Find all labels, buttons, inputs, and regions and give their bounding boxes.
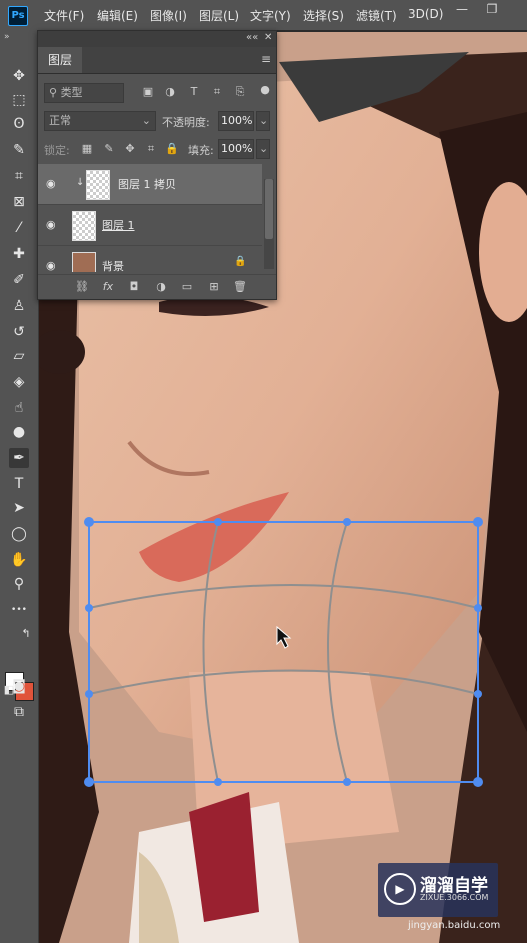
layers-scrollbar[interactable] [264,179,274,269]
menu-type[interactable]: 文字(Y) [250,7,291,24]
panel-title-bar[interactable]: «« ✕ [38,31,276,47]
panel-menu-icon[interactable]: ≡ [261,52,271,66]
delete-layer-icon[interactable]: 🗑 [232,280,248,293]
visibility-eye-icon[interactable]: ◉ [46,259,60,272]
layer-name[interactable]: 图层 1 [102,217,135,233]
visibility-eye-icon[interactable]: ◉ [46,218,60,231]
dodge-tool-icon[interactable]: ● [9,422,29,442]
new-layer-icon[interactable]: ⊞ [206,280,222,293]
layers-list: ◉ ↓ 图层 1 拷贝 ◉ 图层 1 ◉ 背景 🔒 [38,164,276,272]
marquee-tool-icon[interactable]: ⬚ [9,90,29,110]
lock-all-icon[interactable]: 🔒 [165,142,179,155]
lock-transparent-icon[interactable]: ▦ [80,142,94,155]
lock-icon: 🔒 [234,256,247,267]
opacity-input[interactable]: 100% [218,111,254,131]
adjustment-layer-icon[interactable]: ◑ [153,280,169,293]
watermark-site: ZIXUE.3066.COM [420,893,489,902]
menu-file[interactable]: 文件(F) [44,7,84,24]
smart-object-filter-icon[interactable]: ⎘ [233,85,247,99]
watermark-logo: ▶ 溜溜自学 ZIXUE.3066.COM [378,863,498,917]
opacity-dropdown-icon[interactable]: ⌄ [256,111,270,131]
lock-position-icon[interactable]: ✥ [123,142,137,155]
clipping-link-icon: ↓ [76,177,85,188]
layer-row-1[interactable]: ◉ 图层 1 [38,205,262,246]
menu-bar: Ps 文件(F) 编辑(E) 图像(I) 图层(L) 文字(Y) 选择(S) 滤… [0,0,527,30]
blend-mode-select[interactable]: 正常 ⌄ [44,111,156,131]
baidu-watermark: jingyan.baidu.com [408,920,501,931]
pixel-filter-icon[interactable]: ▣ [141,85,155,98]
menu-layer[interactable]: 图层(L) [199,7,239,24]
more-tools-icon[interactable]: ••• [9,600,29,620]
restore-button[interactable]: ❐ [478,0,506,18]
layer-thumbnail [86,170,110,200]
adjustment-filter-icon[interactable]: ◑ [163,85,177,98]
ellipse-tool-icon[interactable]: ◯ [9,524,29,544]
layers-panel-footer: ⛓ fx ◘ ◑ ▭ ⊞ 🗑 [38,274,276,299]
filter-kind-label: 类型 [60,86,83,99]
fill-dropdown-icon[interactable]: ⌄ [256,139,270,159]
search-icon: ⚲ [49,86,61,99]
blend-mode-value: 正常 [49,114,71,127]
type-filter-icon[interactable]: T [187,85,201,98]
lock-label: 锁定: [44,144,70,157]
healing-tool-icon[interactable]: ✚ [9,244,29,264]
quick-select-tool-icon[interactable]: ✎ [9,140,29,160]
menu-image[interactable]: 图像(I) [150,7,187,24]
crop-tool-icon[interactable]: ⌗ [9,166,29,186]
layer-name[interactable]: 图层 1 拷贝 [118,176,176,192]
layer-name[interactable]: 背景 [102,258,124,272]
frame-tool-icon[interactable]: ⊠ [9,192,29,212]
tab-layers[interactable]: 图层 [38,47,83,73]
lock-artboard-icon[interactable]: ⌗ [144,142,158,156]
close-panel-icon[interactable]: ✕ [264,32,272,43]
eyedropper-tool-icon[interactable]: ⁄ [9,218,29,238]
brush-tool-icon[interactable]: ✐ [9,270,29,290]
minimize-button[interactable]: — [448,0,476,18]
pen-tool-icon[interactable]: ✒ [9,448,29,468]
opacity-label: 不透明度: [162,116,210,129]
layer-style-icon[interactable]: fx [100,280,116,293]
screen-mode-button[interactable]: ⧉ [9,702,29,722]
smudge-tool-icon[interactable]: ☝ [9,398,29,418]
swap-colors-icon[interactable]: ↰ [20,624,32,644]
type-tool-icon[interactable]: T [9,474,29,494]
move-tool-icon[interactable]: ✥ [9,66,29,86]
menu-3d[interactable]: 3D(D) [408,7,443,21]
add-mask-icon[interactable]: ◘ [126,280,142,293]
lock-image-icon[interactable]: ✎ [102,142,116,155]
chevron-down-icon: ⌄ [141,114,151,127]
paint-bucket-tool-icon[interactable]: ◈ [9,372,29,392]
history-brush-tool-icon[interactable]: ↺ [9,322,29,342]
menu-filter[interactable]: 滤镜(T) [356,7,397,24]
background-thumbnail [72,252,96,272]
fill-label: 填充: [188,144,214,157]
layer-filter-select[interactable]: ⚲ 类型 [44,83,124,103]
quick-mask-button[interactable]: ◙ [9,676,29,696]
layer-row-background[interactable]: ◉ 背景 🔒 [38,246,262,272]
photoshop-logo: Ps [8,6,28,26]
menu-select[interactable]: 选择(S) [303,7,344,24]
visibility-eye-icon[interactable]: ◉ [46,177,60,190]
zoom-tool-icon[interactable]: ⚲ [9,574,29,594]
collapse-panel-icon[interactable]: «« [246,32,258,43]
hand-tool-icon[interactable]: ✋ [9,550,29,570]
stamp-tool-icon[interactable]: ♙ [9,296,29,316]
collapse-toolbar-icon[interactable]: » [4,32,10,42]
filter-toggle-icon[interactable]: ● [258,83,272,96]
path-select-tool-icon[interactable]: ➤ [9,498,29,518]
play-icon: ▶ [384,873,416,905]
tools-panel: » ✥ ⬚ ʘ ✎ ⌗ ⊠ ⁄ ✚ ✐ ♙ ↺ ▱ ◈ ☝ ● ✒ T ➤ ◯ ✋ ⚲ ••• ◧ ↰ ◙ ⧉ [0,30,39,943]
fill-input[interactable]: 100% [218,139,254,159]
layers-panel: «« ✕ 图层 ≡ ⚲ 类型 ▣ ◑ T ⌗ ⎘ ● 正常 ⌄ 不透明度: 10… [37,30,277,300]
menu-edit[interactable]: 编辑(E) [97,7,138,24]
layer-row-copy[interactable]: ◉ ↓ 图层 1 拷贝 [38,164,262,205]
link-layers-icon[interactable]: ⛓ [74,280,90,293]
new-group-icon[interactable]: ▭ [179,280,195,293]
lasso-tool-icon[interactable]: ʘ [9,114,29,134]
layer-thumbnail [72,211,96,241]
shape-filter-icon[interactable]: ⌗ [210,85,224,99]
eraser-tool-icon[interactable]: ▱ [9,346,29,366]
